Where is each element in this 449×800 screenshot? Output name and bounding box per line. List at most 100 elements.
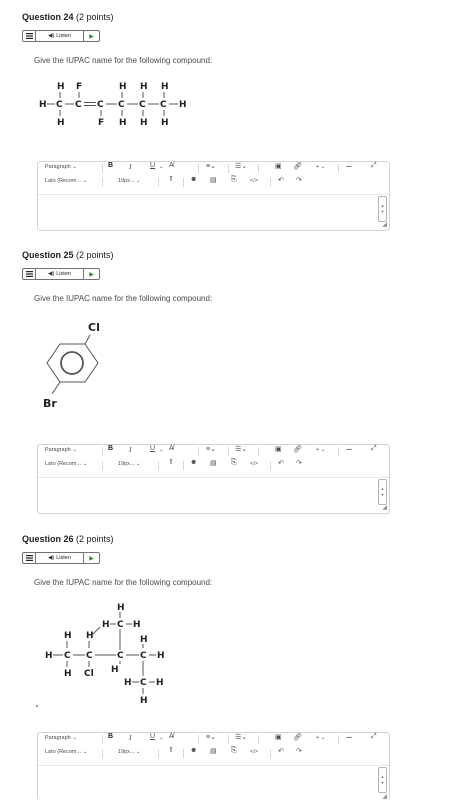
listen-button[interactable]: ◀) Listen [36,553,84,563]
bold-button[interactable]: B [108,162,113,169]
source-code-icon[interactable]: </> [250,178,258,184]
source-code-icon[interactable]: </> [250,749,258,755]
text-color-icon[interactable]: A̸ [169,445,174,452]
table-icon[interactable]: ▤ [210,459,217,467]
emoji-icon[interactable]: ☻ [190,176,197,183]
listen-label: Listen [56,271,71,277]
scroll-arrows[interactable]: ▲ ▼ [378,767,387,793]
play-icon[interactable]: ▶ [84,553,99,563]
resize-handle[interactable]: ◢ [382,504,387,511]
question-26: Question 26 (2 points) ◀) Listen ▶ Give … [22,534,432,587]
link-icon[interactable]: 🔗︎ [293,733,302,741]
play-icon[interactable]: ▶ [84,31,99,41]
more-options-button[interactable]: ... [346,733,352,740]
undo-icon[interactable]: ↶ [278,176,284,184]
chevron-down-icon[interactable]: ⌄ [159,164,164,170]
insert-plus-button[interactable]: + ⌄ [316,735,325,741]
preview-icon[interactable]: ⎘ [231,176,237,184]
more-options-button[interactable]: ... [346,162,352,169]
emoji-icon[interactable]: ☻ [190,747,197,754]
table-icon[interactable]: ▤ [210,747,217,755]
atom: Cl [84,669,94,679]
paragraph-select[interactable]: Paragraph ⌄ [45,735,77,741]
list-icon[interactable]: ☰⌄ [235,445,247,453]
atom: F [98,118,104,128]
question-points: (2 points) [76,534,114,544]
align-icon[interactable]: ≡⌄ [206,445,216,453]
font-select[interactable]: Lato (Recom... ⌄ [45,461,87,467]
font-select[interactable]: Lato (Recom... ⌄ [45,178,87,184]
resize-handle[interactable]: ◢ [382,221,387,228]
fullscreen-icon[interactable]: ⤢ [371,733,377,741]
insert-media-icon[interactable]: ▣ [275,733,282,741]
scroll-arrows[interactable]: ▲ ▼ [378,196,387,222]
menu-icon[interactable] [23,553,36,563]
table-icon[interactable]: ▤ [210,176,217,184]
listen-button[interactable]: ◀) Listen [36,269,84,279]
atom: C [56,100,63,110]
undo-icon[interactable]: ↶ [278,459,284,467]
format-painter-icon[interactable]: ⫪ [169,747,173,755]
underline-button[interactable]: U [150,733,155,740]
paragraph-select[interactable]: Paragraph ⌄ [45,447,77,453]
align-icon[interactable]: ≡⌄ [206,733,216,741]
paragraph-select[interactable]: Paragraph ⌄ [45,164,77,170]
underline-button[interactable]: U [150,162,155,169]
scroll-arrows[interactable]: ▲ ▼ [378,479,387,505]
insert-plus-button[interactable]: + ⌄ [316,164,325,170]
fullscreen-icon[interactable]: ⤢ [371,162,377,170]
fullscreen-icon[interactable]: ⤢ [371,445,377,453]
align-icon[interactable]: ≡⌄ [206,162,216,170]
bold-button[interactable]: B [108,733,113,740]
bold-button[interactable]: B [108,445,113,452]
play-icon[interactable]: ▶ [84,269,99,279]
atom: C [75,100,82,110]
font-select[interactable]: Lato (Recom... ⌄ [45,749,87,755]
answer-textarea[interactable] [38,477,389,513]
redo-icon[interactable]: ↷ [296,459,302,467]
redo-icon[interactable]: ↷ [296,747,302,755]
list-icon[interactable]: ☰⌄ [235,733,247,741]
chevron-down-icon[interactable]: ⌄ [159,735,164,741]
toolbar-row-1: Paragraph ⌄ B I U ⌄ A̸ ≡⌄ ☰⌄ ▣ 🔗︎ + ⌄ ..… [38,162,389,176]
menu-icon[interactable] [23,31,36,41]
emoji-icon[interactable]: ☻ [190,459,197,466]
insert-media-icon[interactable]: ▣ [275,445,282,453]
undo-icon[interactable]: ↶ [278,747,284,755]
resize-handle[interactable]: ◢ [382,793,387,800]
answer-textarea[interactable] [38,765,389,800]
link-icon[interactable]: 🔗︎ [293,162,302,170]
italic-button[interactable]: I [129,445,132,454]
source-code-icon[interactable]: </> [250,461,258,467]
redo-icon[interactable]: ↷ [296,176,302,184]
insert-media-icon[interactable]: ▣ [275,162,282,170]
atom: C [118,100,125,110]
underline-button[interactable]: U [150,445,155,452]
question-title: Question 26 (2 points) [22,534,432,544]
link-icon[interactable]: 🔗︎ [293,445,302,453]
font-size-select[interactable]: 19px... ⌄ [118,461,141,467]
answer-textarea[interactable] [38,194,389,230]
stray-dot [36,705,38,707]
preview-icon[interactable]: ⎘ [231,459,237,467]
question-prompt: Give the IUPAC name for the following co… [34,294,213,303]
menu-icon[interactable] [23,269,36,279]
more-options-button[interactable]: ... [346,445,352,452]
format-painter-icon[interactable]: ⫪ [169,459,173,467]
italic-button[interactable]: I [129,162,132,171]
font-size-select[interactable]: 19px... ⌄ [118,749,141,755]
list-icon[interactable]: ☰⌄ [235,162,247,170]
chevron-down-icon[interactable]: ⌄ [159,447,164,453]
format-painter-icon[interactable]: ⫪ [169,176,173,184]
italic-button[interactable]: I [129,733,132,742]
text-color-icon[interactable]: A̸ [169,162,174,169]
font-size-select[interactable]: 19px... ⌄ [118,178,141,184]
atom: H [57,82,65,92]
insert-plus-button[interactable]: + ⌄ [316,447,325,453]
text-color-icon[interactable]: A̸ [169,733,174,740]
question-prompt: Give the IUPAC name for the following co… [34,578,213,587]
preview-icon[interactable]: ⎘ [231,747,237,755]
atom: C [117,620,124,630]
atom: H [140,696,148,705]
listen-button[interactable]: ◀) Listen [36,31,84,41]
